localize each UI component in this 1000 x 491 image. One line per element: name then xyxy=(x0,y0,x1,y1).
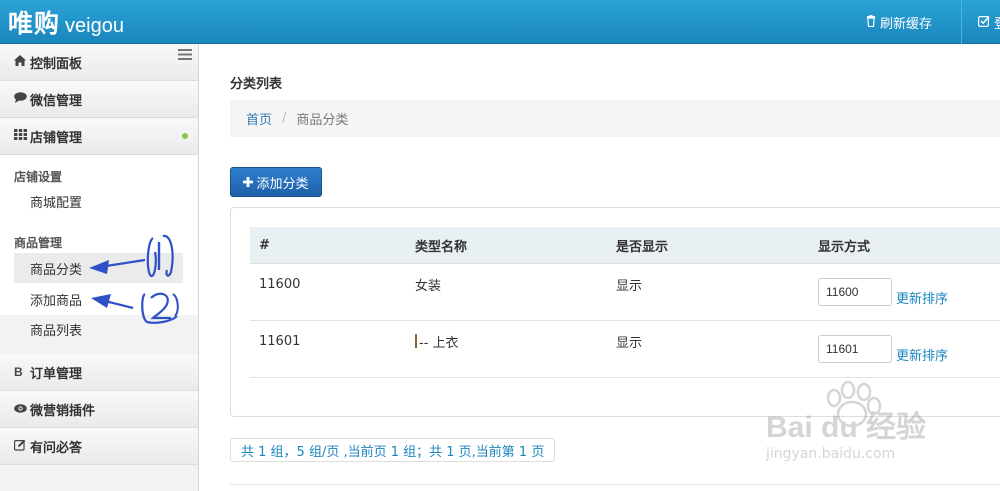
menu-orders-label: 订单管理 xyxy=(30,366,83,382)
annotation-arrowhead-2 xyxy=(91,294,111,308)
plus-icon xyxy=(243,177,254,187)
table-row: 11600 女装 显示 更新排序 xyxy=(250,264,1000,321)
top-header: 唯购 veigou 刷新缓存 登 xyxy=(0,0,1000,44)
sidebar-item-mall-config[interactable]: 商城配置 xyxy=(14,186,183,216)
page-title: 分类列表 xyxy=(230,77,283,92)
baidu-watermark: Bai du 经验 jingyan.baidu.com xyxy=(762,380,962,472)
tree-indent-bar xyxy=(415,334,417,348)
sort-input[interactable] xyxy=(818,335,892,363)
comment-icon xyxy=(14,92,30,106)
update-sort-link[interactable]: 更新排序 xyxy=(896,288,948,307)
row-name: 女装 xyxy=(415,278,442,294)
menu-qa-label: 有问必答 xyxy=(30,440,83,456)
row-show: 显示 xyxy=(616,335,643,351)
category-table: # 类型名称 是否显示 显示方式 11600 女装 显示 更新排序 11601 … xyxy=(250,227,1000,378)
row-id: 11600 xyxy=(259,276,301,292)
section-product-mgmt: 商品管理 xyxy=(14,236,63,250)
table-row: 11601 -- 上衣 显示 更新排序 xyxy=(250,321,1000,378)
divider xyxy=(230,484,1000,485)
col-show-header: 是否显示 xyxy=(616,240,669,255)
annotation-marks xyxy=(89,234,179,324)
menu-wechat[interactable]: 微信管理 xyxy=(0,81,198,118)
breadcrumb-home-link[interactable]: 首页 xyxy=(246,109,272,128)
menu-dashboard-label: 控制面板 xyxy=(30,56,83,72)
col-name-header: 类型名称 xyxy=(415,240,468,255)
refresh-cache-button[interactable]: 刷新缓存 xyxy=(866,0,932,44)
menu-wechat-label: 微信管理 xyxy=(30,93,83,109)
status-dot xyxy=(182,133,188,139)
edit-icon xyxy=(14,439,30,454)
add-category-label: 添加分类 xyxy=(256,176,309,192)
grid-icon xyxy=(14,129,30,143)
row-name-cell: -- 上衣 xyxy=(415,321,459,361)
sort-input[interactable] xyxy=(818,278,892,306)
row-id: 11601 xyxy=(259,333,301,349)
bitcoin-icon: B xyxy=(14,365,30,380)
eye-icon xyxy=(14,402,30,416)
logo-cn: 唯购 xyxy=(8,9,61,38)
menu-marketing[interactable]: 微营销插件 xyxy=(0,391,198,428)
row-sort-cell: 更新排序 xyxy=(818,329,948,369)
add-category-button[interactable]: 添加分类 xyxy=(230,167,322,197)
menu-shop[interactable]: 店铺管理 xyxy=(0,118,198,155)
table-header: # 类型名称 是否显示 显示方式 xyxy=(250,227,1000,264)
breadcrumb: 首页 / 商品分类 xyxy=(230,100,1000,137)
logo[interactable]: 唯购 veigou xyxy=(8,4,124,40)
breadcrumb-current: 商品分类 xyxy=(296,113,349,128)
breadcrumb-separator: / xyxy=(282,111,287,126)
trash-icon xyxy=(866,14,876,30)
header-other-button[interactable]: 登 xyxy=(961,0,1000,44)
pagination-info: 共 1 组，5 组/页 ,当前页 1 组；共 1 页,当前第 1 页 xyxy=(230,438,556,462)
svg-text:B: B xyxy=(14,365,23,377)
watermark-url: jingyan.baidu.com xyxy=(766,446,896,462)
home-icon xyxy=(14,55,30,69)
menu-qa[interactable]: 有问必答 xyxy=(0,428,198,465)
menu-marketing-label: 微营销插件 xyxy=(30,403,96,419)
check-square-icon xyxy=(978,15,990,30)
watermark-brand: Bai du 经验 xyxy=(766,411,927,444)
header-other-label: 登 xyxy=(994,13,1000,32)
row-show: 显示 xyxy=(616,278,643,294)
refresh-cache-label: 刷新缓存 xyxy=(880,16,933,32)
col-id-header: # xyxy=(259,238,270,253)
row-name: -- 上衣 xyxy=(419,335,459,351)
section-shop-settings: 店铺设置 xyxy=(14,170,63,184)
menu-toggle-icon[interactable] xyxy=(178,48,192,64)
menu-dashboard[interactable]: 控制面板 xyxy=(0,44,198,81)
logo-en: veigou xyxy=(65,15,124,37)
menu-shop-label: 店铺管理 xyxy=(30,130,83,146)
col-sort-header: 显示方式 xyxy=(818,240,871,255)
row-sort-cell: 更新排序 xyxy=(818,272,948,312)
menu-orders[interactable]: B 订单管理 xyxy=(0,354,198,391)
annotation-arrowhead-1 xyxy=(89,260,109,274)
update-sort-link[interactable]: 更新排序 xyxy=(896,345,948,364)
